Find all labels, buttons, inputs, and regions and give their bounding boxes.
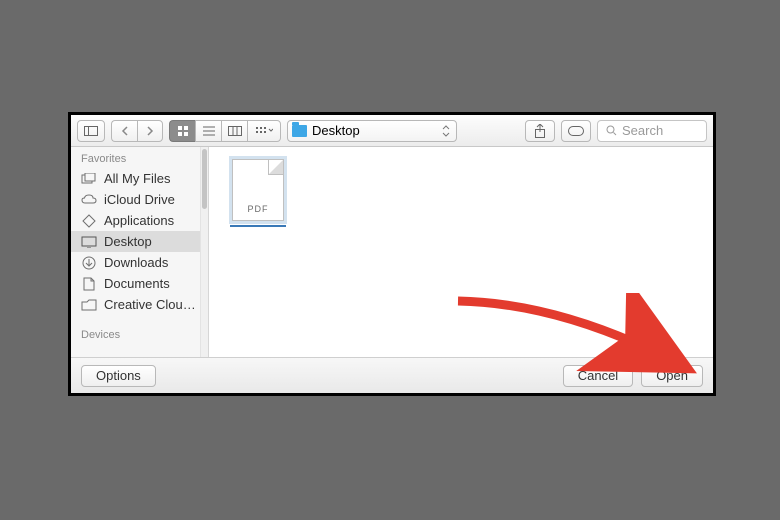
sidebar-toggle-button[interactable]: [77, 120, 105, 142]
sidebar-toggle-icon: [84, 126, 98, 136]
view-segment: [169, 120, 281, 142]
chevron-left-icon: [121, 126, 129, 136]
sidebar: Favorites All My Files iCloud Drive Appl…: [71, 147, 209, 357]
sidebar-item-label: iCloud Drive: [104, 192, 175, 207]
view-columns-button[interactable]: [221, 120, 247, 142]
all-my-files-icon: [81, 172, 97, 186]
search-placeholder: Search: [622, 123, 663, 138]
downloads-icon: [81, 256, 97, 270]
updown-icon: [442, 125, 450, 137]
toolbar: Desktop Search: [71, 115, 713, 147]
sidebar-header-favorites: Favorites: [71, 147, 200, 168]
forward-button[interactable]: [137, 120, 163, 142]
view-coverflow-button[interactable]: [247, 120, 281, 142]
sidebar-scrollbar[interactable]: [200, 147, 208, 357]
options-button-label: Options: [96, 368, 141, 383]
sidebar-item-label: Applications: [104, 213, 174, 228]
scrollbar-thumb[interactable]: [202, 149, 207, 209]
sidebar-item-label: Creative Clou…: [104, 297, 196, 312]
folder-dropdown[interactable]: Desktop: [287, 120, 457, 142]
dialog-footer: Options Cancel Open: [71, 357, 713, 393]
sidebar-item-label: All My Files: [104, 171, 170, 186]
file-browser[interactable]: PDF: [209, 147, 713, 357]
sidebar-header-devices: Devices: [71, 323, 200, 344]
view-icons-button[interactable]: [169, 120, 195, 142]
sidebar-item-desktop[interactable]: Desktop: [71, 231, 200, 252]
file-selection-indicator: [230, 225, 286, 227]
view-list-button[interactable]: [195, 120, 221, 142]
sidebar-item-label: Documents: [104, 276, 170, 291]
sidebar-item-icloud-drive[interactable]: iCloud Drive: [71, 189, 200, 210]
chevron-right-icon: [146, 126, 154, 136]
search-field[interactable]: Search: [597, 120, 707, 142]
tags-button[interactable]: [561, 120, 591, 142]
open-button-label: Open: [656, 368, 688, 383]
sidebar-item-all-my-files[interactable]: All My Files: [71, 168, 200, 189]
open-dialog: Desktop Search Favorites All My Files: [68, 112, 716, 396]
sidebar-item-creative-cloud[interactable]: Creative Clou…: [71, 294, 200, 315]
list-icon: [203, 126, 215, 136]
sidebar-item-documents[interactable]: Documents: [71, 273, 200, 294]
grid-small-icon: [255, 126, 273, 136]
sidebar-item-downloads[interactable]: Downloads: [71, 252, 200, 273]
folder-icon: [292, 125, 307, 137]
sidebar-item-applications[interactable]: Applications: [71, 210, 200, 231]
back-button[interactable]: [111, 120, 137, 142]
folder-dropdown-label: Desktop: [312, 123, 360, 138]
folder-icon: [81, 298, 97, 312]
search-icon: [606, 125, 617, 136]
grid-icon: [177, 125, 189, 137]
open-button[interactable]: Open: [641, 365, 703, 387]
cloud-icon: [81, 193, 97, 207]
applications-icon: [81, 214, 97, 228]
columns-icon: [228, 126, 242, 136]
tag-icon: [568, 126, 584, 136]
desktop-icon: [81, 235, 97, 249]
sidebar-item-label: Desktop: [104, 234, 152, 249]
documents-icon: [81, 277, 97, 291]
file-type-badge: PDF: [233, 204, 283, 214]
cancel-button[interactable]: Cancel: [563, 365, 633, 387]
share-button[interactable]: [525, 120, 555, 142]
file-item-pdf[interactable]: PDF: [227, 159, 289, 227]
cancel-button-label: Cancel: [578, 368, 618, 383]
options-button[interactable]: Options: [81, 365, 156, 387]
nav-segment: [111, 120, 163, 142]
file-thumbnail: PDF: [232, 159, 284, 221]
dialog-body: Favorites All My Files iCloud Drive Appl…: [71, 147, 713, 357]
share-icon: [534, 124, 546, 138]
sidebar-item-label: Downloads: [104, 255, 168, 270]
